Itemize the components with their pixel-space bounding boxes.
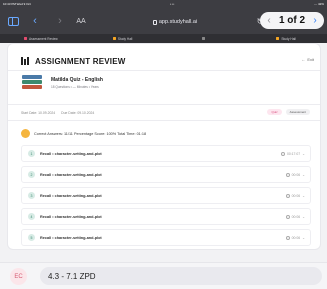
- exit-button[interactable]: ← Exit: [301, 57, 314, 62]
- arrow-left-icon: ←: [301, 57, 306, 62]
- sidebar-toggle-icon[interactable]: [6, 14, 20, 28]
- next-page-icon[interactable]: ›: [310, 15, 320, 26]
- question-number: 3: [28, 192, 35, 199]
- question-time: 00:06 ⌄: [285, 214, 305, 219]
- question-number: 1: [28, 150, 35, 157]
- chevron-down-icon[interactable]: ⌄: [302, 194, 305, 198]
- quiz-name: Matilda Quiz - English: [51, 77, 103, 83]
- tab-strip: Assessment Review Study Hall Study Hall: [0, 34, 327, 43]
- question-row[interactable]: 3 Recall • character-setting-and-plot 00…: [21, 187, 311, 204]
- tab-favicon: [112, 37, 116, 40]
- score-summary: Correct Answers: 11/11 Percentage Score:…: [21, 129, 146, 138]
- pager-label: 1 of 2: [278, 15, 306, 26]
- tab-study-hall[interactable]: Study Hall: [82, 34, 164, 43]
- question-time: 00:17:07 ⌄: [280, 151, 305, 156]
- question-number: 4: [28, 213, 35, 220]
- badge-group: Quiz Assessment: [267, 109, 310, 115]
- question-label: Recall • character-setting-and-plot: [40, 214, 102, 219]
- browser-window: 10:43 PM Wed 9 Oct ••• ⋯ 42% ‹ › AA app.…: [0, 0, 327, 289]
- chevron-down-icon[interactable]: ⌄: [302, 215, 305, 219]
- exit-label: Exit: [307, 57, 314, 62]
- assignment-review-panel: ASSIGNMENT REVIEW ← Exit Matilda Quiz - …: [7, 43, 321, 250]
- reader-settings-button[interactable]: AA: [74, 14, 88, 28]
- tab-label: Assessment Review: [29, 36, 58, 41]
- time-value: 00:06: [291, 214, 301, 219]
- lock-icon: [152, 19, 157, 25]
- clock-icon: [280, 151, 285, 156]
- question-number: 2: [28, 171, 35, 178]
- time-value: 00:06: [291, 235, 301, 240]
- tab-blank[interactable]: [164, 34, 246, 43]
- address-bar[interactable]: app.studyhall.ai: [140, 18, 210, 26]
- page-pager: ‹ 1 of 2 ›: [260, 12, 324, 29]
- question-row[interactable]: 2 Recall • character-setting-and-plot 00…: [21, 166, 311, 183]
- divider: [8, 120, 320, 121]
- time-value: 00:06: [291, 172, 301, 177]
- tab-label: Study Hall: [117, 36, 133, 41]
- question-list: 1 Recall • character-setting-and-plot 00…: [21, 145, 311, 250]
- clock-icon: [285, 172, 290, 177]
- question-time: 00:06 ⌄: [285, 172, 305, 177]
- question-time: 00:06 ⌄: [285, 235, 305, 240]
- question-row[interactable]: 4 Recall • character-setting-and-plot 00…: [21, 208, 311, 225]
- clock-icon: [285, 193, 290, 198]
- status-bar: 10:43 PM Wed 9 Oct ••• ⋯ 42%: [0, 0, 327, 8]
- status-dots: •••: [170, 2, 175, 6]
- tab-favicon: [201, 37, 205, 40]
- chevron-down-icon[interactable]: ⌄: [302, 152, 305, 156]
- summary-text: Correct Answers: 11/11 Percentage Score:…: [34, 131, 147, 136]
- tab-assessment-review[interactable]: Assessment Review: [0, 34, 82, 43]
- books-icon: [21, 75, 43, 91]
- question-label: Recall • character-setting-and-plot: [40, 151, 102, 156]
- tab-favicon: [276, 37, 280, 40]
- url-text: app.studyhall.ai: [158, 19, 198, 25]
- page-header: ASSIGNMENT REVIEW: [21, 56, 126, 66]
- quiz-dates: Start Date: 10.09.2024 Due Date: 09.10.2…: [21, 111, 94, 115]
- tab-favicon: [24, 37, 28, 40]
- chevron-down-icon[interactable]: ⌄: [302, 173, 305, 177]
- time-value: 00:17:07: [286, 151, 301, 156]
- question-number: 5: [28, 234, 35, 241]
- quiz-card: Matilda Quiz - English 18 Questions • — …: [21, 75, 103, 91]
- divider: [8, 70, 320, 71]
- zpd-label-pill: 4.3 - 7.1 ZPD: [40, 267, 322, 285]
- time-value: 00:06: [291, 193, 301, 198]
- due-date: Due Date: 09.10.2024: [61, 111, 95, 115]
- tab-study-hall-2[interactable]: Study Hall: [245, 34, 327, 43]
- question-label: Recall • character-setting-and-plot: [40, 172, 102, 177]
- status-battery: ⋯ 42%: [314, 2, 324, 6]
- tab-label: Study Hall: [281, 36, 296, 41]
- clock-icon: [285, 235, 290, 240]
- question-time: 00:06 ⌄: [285, 193, 305, 198]
- back-arrow-icon[interactable]: ‹: [30, 14, 40, 28]
- previous-page-icon[interactable]: ‹: [264, 15, 274, 26]
- forward-arrow-icon[interactable]: ›: [55, 14, 65, 28]
- chevron-down-icon[interactable]: ⌄: [302, 236, 305, 240]
- question-row[interactable]: 5 Recall • character-setting-and-plot 00…: [21, 229, 311, 246]
- start-date: Start Date: 10.09.2024: [21, 111, 56, 115]
- question-label: Recall • character-setting-and-plot: [40, 235, 102, 240]
- bars-logo-icon: [21, 57, 31, 65]
- status-badge: Quiz: [267, 109, 282, 115]
- page-title: ASSIGNMENT REVIEW: [35, 56, 126, 66]
- type-badge: Assessment: [285, 109, 310, 115]
- smiley-icon: [21, 129, 30, 138]
- clock-icon: [285, 214, 290, 219]
- question-row[interactable]: 1 Recall • character-setting-and-plot 00…: [21, 145, 311, 162]
- avatar[interactable]: EC: [10, 268, 27, 285]
- question-label: Recall • character-setting-and-plot: [40, 193, 102, 198]
- quiz-meta: 18 Questions • — Minutes • Years: [51, 85, 99, 89]
- status-time: 10:43 PM Wed 9 Oct: [3, 2, 31, 6]
- divider: [8, 104, 320, 105]
